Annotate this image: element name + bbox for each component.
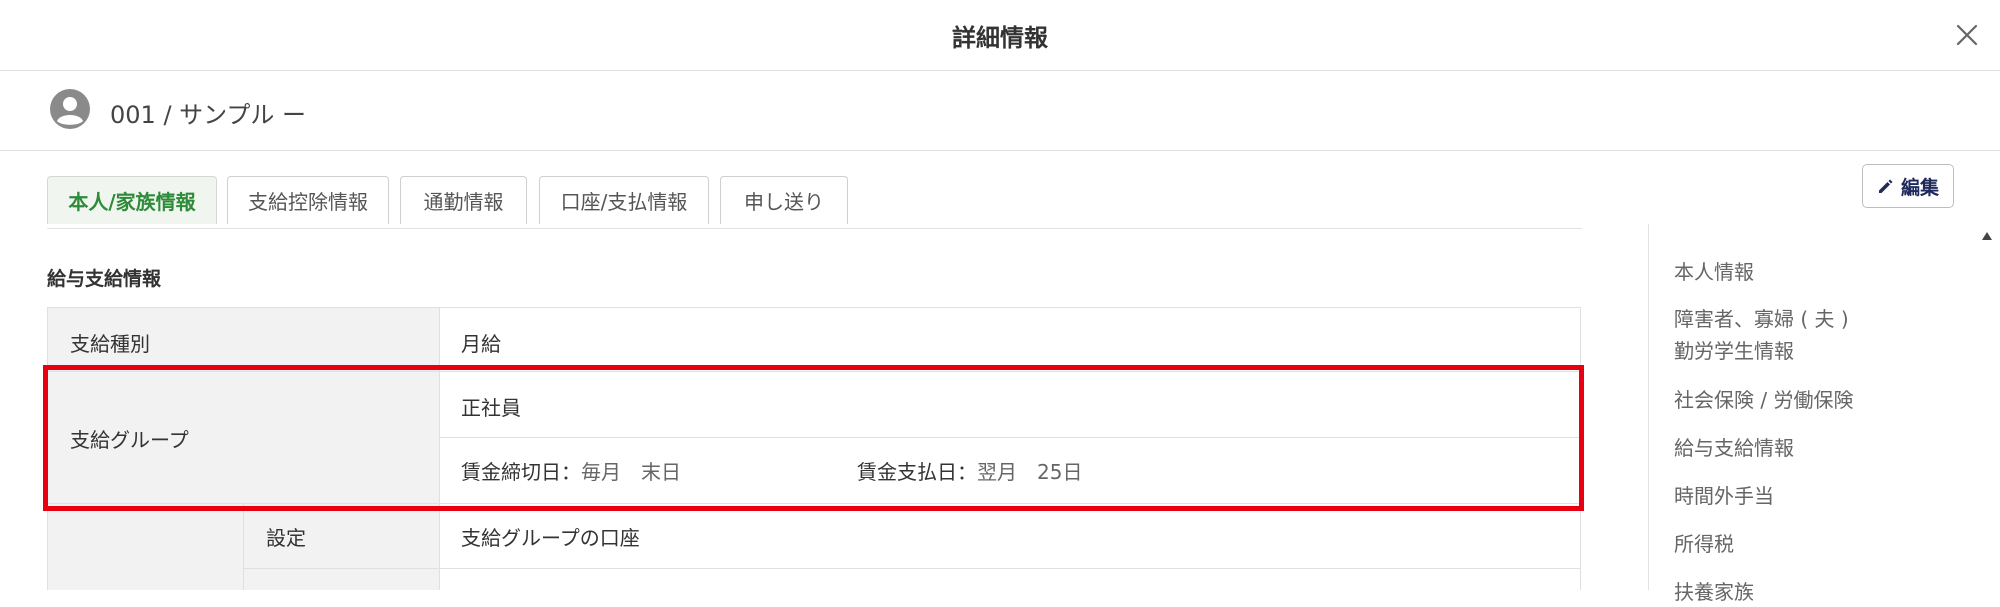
wage-closing-value: 毎月 末日 bbox=[581, 460, 681, 484]
pay-info-table: 支給種別 月給 支給グループ 正社員 賃金締切日：毎月 末日 賃金支払日：翌月 … bbox=[47, 307, 1581, 590]
wage-closing-day: 賃金締切日：毎月 末日 bbox=[461, 456, 681, 485]
modal-title: 詳細情報 bbox=[952, 24, 1048, 52]
wage-payday-value: 翌月 25日 bbox=[977, 460, 1083, 484]
row-divider bbox=[439, 437, 1580, 438]
nav-item-dependents[interactable]: 扶養家族 bbox=[1674, 577, 1754, 607]
pencil-icon bbox=[1878, 179, 1893, 193]
row-label-pay-group: 支給グループ bbox=[70, 428, 189, 452]
tab-account-payment[interactable]: 口座/支払情報 bbox=[539, 176, 709, 224]
nav-item-working-student[interactable]: 勤労学生情報 bbox=[1674, 336, 1794, 366]
nav-item-social-labor-insurance[interactable]: 社会保険 / 労働保険 bbox=[1674, 385, 1853, 415]
tab-commute[interactable]: 通勤情報 bbox=[400, 176, 527, 224]
row-sub-label-setting: 設定 bbox=[266, 526, 306, 550]
scroll-up-arrow-icon[interactable] bbox=[1980, 230, 1994, 242]
column-divider bbox=[439, 308, 440, 590]
row-divider bbox=[243, 568, 1580, 569]
nav-item-overtime[interactable]: 時間外手当 bbox=[1674, 481, 1774, 511]
row-value-pay-group: 正社員 bbox=[461, 396, 521, 420]
tab-handover[interactable]: 申し送り bbox=[720, 176, 848, 224]
edit-button-label: 編集 bbox=[1900, 176, 1939, 199]
sub-column-divider bbox=[243, 503, 244, 590]
edit-button[interactable]: 編集 bbox=[1862, 164, 1954, 208]
row-value-pay-type: 月給 bbox=[461, 332, 501, 356]
close-icon bbox=[1956, 24, 1978, 46]
wage-payday-label: 賃金支払日： bbox=[857, 460, 977, 484]
nav-item-income-tax[interactable]: 所得税 bbox=[1674, 529, 1734, 559]
divider bbox=[47, 228, 1582, 229]
employee-name: 001 / サンプル ー bbox=[110, 101, 307, 129]
close-button[interactable] bbox=[1950, 18, 1984, 52]
nav-item-pay-info[interactable]: 給与支給情報 bbox=[1674, 433, 1794, 463]
row-divider bbox=[48, 503, 1580, 504]
modal-header: 詳細情報 bbox=[0, 0, 2000, 71]
avatar-icon bbox=[50, 89, 90, 129]
tab-personal-family[interactable]: 本人/家族情報 bbox=[47, 176, 217, 224]
wage-closing-label: 賃金締切日： bbox=[461, 460, 581, 484]
tab-pay-deduction[interactable]: 支給控除情報 bbox=[227, 176, 389, 224]
side-nav: 本人情報 障害者、寡婦 ( 夫 ) 勤労学生情報 社会保険 / 労働保険 給与支… bbox=[1648, 224, 1973, 604]
nav-item-disability-widow[interactable]: 障害者、寡婦 ( 夫 ) bbox=[1674, 304, 1849, 334]
section-title: 給与支給情報 bbox=[47, 268, 162, 290]
row-label-pay-type: 支給種別 bbox=[70, 332, 150, 356]
row-value-setting: 支給グループの口座 bbox=[461, 526, 640, 550]
row-divider bbox=[48, 371, 1580, 372]
employee-row: 001 / サンプル ー bbox=[0, 71, 2000, 151]
nav-item-personal-info[interactable]: 本人情報 bbox=[1674, 257, 1754, 287]
wage-payday: 賃金支払日：翌月 25日 bbox=[857, 456, 1082, 485]
